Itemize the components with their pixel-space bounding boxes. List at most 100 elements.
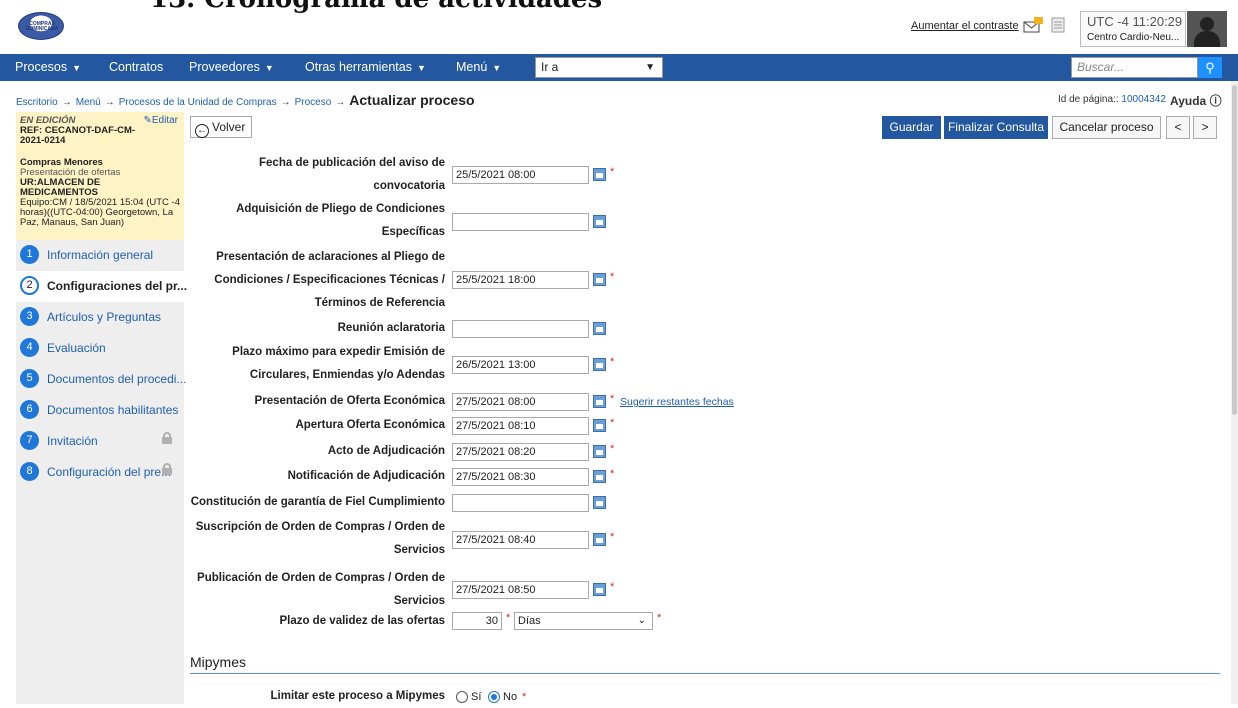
page-scrollbar[interactable]	[1231, 81, 1238, 704]
calendar-icon[interactable]	[593, 583, 606, 596]
suggest-dates-link[interactable]: Sugerir restantes fechas	[620, 396, 734, 408]
step-configuracion-presentacion[interactable]: 8 Configuración del pre...	[16, 457, 184, 488]
main-navbar: Procesos ▼ Contratos Proveedores ▼ Otras h…	[0, 54, 1238, 81]
calendar-icon[interactable]	[593, 215, 606, 228]
nav-menu[interactable]: Menú ▼	[456, 54, 501, 81]
calendar-icon[interactable]	[593, 322, 606, 335]
finish-consultation-button[interactable]: Finalizar Consulta	[944, 116, 1048, 139]
date-acto-adjudicacion[interactable]: 27/5/2021 08:20	[452, 443, 589, 461]
timezone-clock: UTC -4 11:20:29	[1087, 14, 1183, 29]
label-presentacion-aclaraciones: Presentación de aclaraciones al Pliego d…	[214, 251, 445, 309]
calendar-icon[interactable]	[593, 395, 606, 408]
search-input[interactable]: Buscar...	[1071, 57, 1198, 78]
radio-label-no: No	[503, 691, 518, 703]
calendar-icon[interactable]	[593, 445, 606, 458]
calendar-icon[interactable]	[593, 496, 606, 509]
required-mark: *	[610, 166, 615, 178]
section-divider	[190, 673, 1220, 674]
breadcrumb-escritorio[interactable]: Escritorio	[16, 97, 58, 108]
back-button[interactable]: ← Volver	[190, 116, 253, 138]
date-apertura-oferta[interactable]: 27/5/2021 08:10	[452, 417, 589, 435]
date-garantia-fiel[interactable]	[452, 494, 589, 512]
dropdown-arrow-icon: ▼	[645, 62, 655, 73]
label-adquisicion-pliego: Adquisición de Pliego de Condiciones Esp…	[236, 203, 445, 238]
calendar-icon[interactable]	[593, 358, 606, 371]
user-info-box[interactable]: UTC -4 11:20:29 Centro Cardio-Neu...	[1080, 11, 1186, 47]
caret-down-icon: ▼	[264, 63, 274, 73]
page-id: Id de página:: 10004342	[1058, 94, 1166, 105]
calendar-icon[interactable]	[593, 533, 606, 546]
calendar-icon[interactable]	[593, 419, 606, 432]
label-acto-adjudicacion: Acto de Adjudicación	[327, 445, 445, 457]
pencil-icon: ✎	[143, 115, 152, 126]
step-informacion-general[interactable]: 1 Información general	[16, 240, 184, 271]
date-adquisicion-pliego[interactable]	[452, 213, 589, 231]
chevron-down-icon: ⌄	[637, 615, 646, 626]
validity-unit-select[interactable]: Días ⌄	[514, 612, 653, 630]
nav-procesos[interactable]: Procesos ▼	[15, 54, 81, 81]
calendar-icon[interactable]	[593, 168, 606, 181]
date-notificacion-adjudicacion[interactable]: 27/5/2021 08:30	[452, 468, 589, 486]
mail-notification-icon[interactable]	[1023, 17, 1043, 33]
label-notificacion-adjudicacion: Notificación de Adjudicación	[287, 470, 445, 482]
cancel-process-button[interactable]: Cancelar proceso	[1052, 116, 1161, 139]
radio-mipymes-si[interactable]	[456, 691, 468, 703]
validity-days-input[interactable]: 30	[452, 612, 502, 630]
required-mark: *	[506, 612, 511, 624]
radio-label-si: Sí	[471, 691, 482, 703]
next-page-button[interactable]: >	[1193, 116, 1217, 139]
process-summary-panel: EN EDICIÓN REF: CECANOT-DAF-CM-2021-0214…	[16, 112, 184, 240]
lock-icon	[162, 432, 172, 444]
required-mark: *	[657, 612, 662, 624]
calendar-icon[interactable]	[593, 470, 606, 483]
edit-link[interactable]: ✎Editar	[143, 116, 178, 126]
breadcrumb-menu[interactable]: Menú	[76, 97, 101, 108]
label-plazo-validez: Plazo de validez de las ofertas	[279, 615, 445, 627]
step-evaluacion[interactable]: 4 Evaluación	[16, 333, 184, 364]
breadcrumb-procesos-unidad[interactable]: Procesos de la Unidad de Compras	[119, 97, 277, 108]
date-presentacion-oferta[interactable]: 27/5/2021 08:00	[452, 393, 589, 411]
step-documentos-habilitantes[interactable]: 6 Documentos habilitantes	[16, 395, 184, 426]
label-limitar-mipymes: Limitar este proceso a Mipymes	[270, 690, 445, 702]
help-button[interactable]: Ayuda ⓘ	[1170, 92, 1222, 109]
previous-page-button[interactable]: <	[1166, 116, 1190, 139]
section-mipymes-title: Mipymes	[190, 654, 247, 670]
required-mark: *	[522, 691, 527, 703]
increase-contrast-link[interactable]: Aumentar el contraste	[911, 20, 1019, 32]
save-button[interactable]: Guardar	[882, 116, 941, 139]
calendar-icon[interactable]	[593, 273, 606, 286]
caret-down-icon: ▼	[416, 63, 426, 73]
date-suscripcion-orden[interactable]: 27/5/2021 08:40	[452, 531, 589, 549]
label-reunion-aclaratoria: Reunión aclaratoria	[337, 322, 445, 334]
step-documentos-procedimiento[interactable]: 5 Documentos del procedi...	[16, 364, 186, 395]
step-invitacion[interactable]: 7 Invitación	[16, 426, 184, 457]
goto-select[interactable]: Ir a ▼	[535, 57, 663, 78]
search-icon[interactable]: ⚲	[1198, 57, 1222, 78]
nav-otras-herramientas[interactable]: Otras herramientas ▼	[305, 54, 426, 81]
label-plazo-maximo: Plazo máximo para expedir Emisión de Cir…	[232, 346, 445, 381]
step-articulos-preguntas[interactable]: 3 Artículos y Preguntas	[16, 302, 184, 333]
radio-mipymes-no[interactable]	[488, 691, 500, 703]
compras-dominicana-logo[interactable]: COMPRAS DOMINICANA	[18, 12, 64, 40]
lock-icon	[162, 463, 172, 475]
nav-contratos[interactable]: Contratos	[109, 54, 163, 81]
required-mark: *	[610, 531, 615, 543]
date-presentacion-aclaraciones[interactable]: 25/5/2021 18:00	[452, 271, 589, 289]
user-avatar[interactable]	[1187, 11, 1227, 47]
nav-proveedores[interactable]: Proveedores ▼	[189, 54, 274, 81]
breadcrumb-proceso[interactable]: Proceso	[295, 97, 332, 108]
page-id-link[interactable]: 10004342	[1121, 94, 1166, 105]
step-configuraciones[interactable]: 2 Configuraciones del pr...	[16, 271, 187, 302]
document-icon[interactable]	[1050, 17, 1066, 33]
date-plazo-maximo[interactable]: 26/5/2021 13:00	[452, 356, 589, 374]
date-fecha-publicacion[interactable]: 25/5/2021 08:00	[452, 166, 589, 184]
label-presentacion-oferta: Presentación de Oferta Económica	[254, 395, 445, 407]
date-reunion-aclaratoria[interactable]	[452, 320, 589, 338]
breadcrumb: Escritorio → Menú → Procesos de la Unidad de…	[16, 92, 475, 108]
page-title: Actualizar proceso	[349, 92, 475, 108]
arrow-left-icon: ←	[195, 124, 209, 138]
date-publicacion-orden[interactable]: 27/5/2021 08:50	[452, 581, 589, 599]
required-mark: *	[610, 356, 615, 368]
label-apertura-oferta: Apertura Oferta Económica	[295, 419, 445, 431]
purchasing-unit: UR:ALMACEN DE MEDICAMENTOS	[20, 177, 101, 198]
